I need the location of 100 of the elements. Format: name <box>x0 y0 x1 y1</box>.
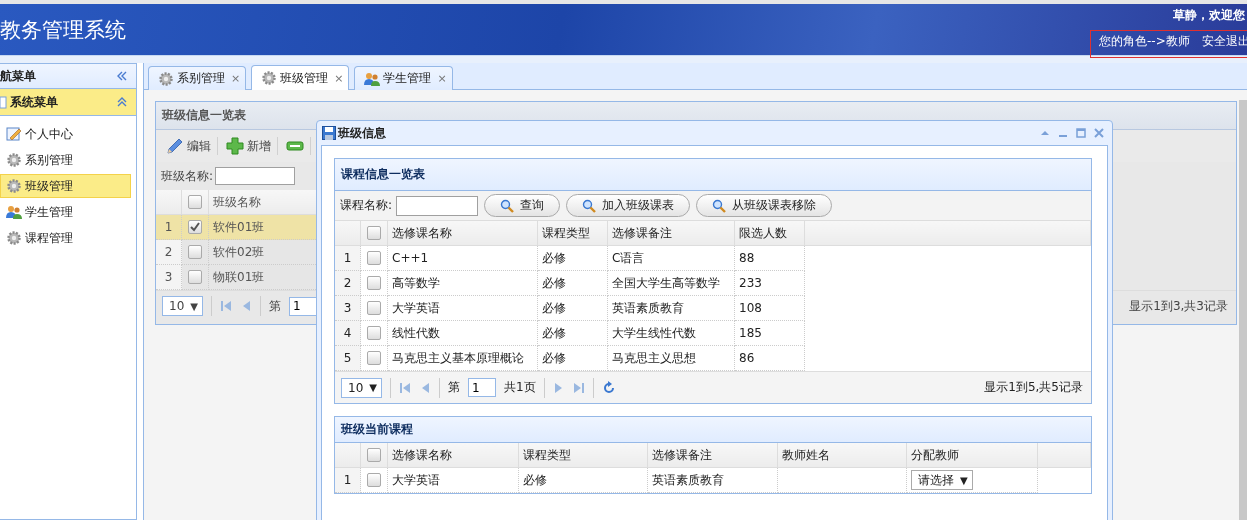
page-label: 第 <box>269 297 281 315</box>
gear-icon <box>158 70 174 87</box>
panel-title: 课程信息一览表 <box>335 159 1091 191</box>
pencil-icon <box>166 137 184 155</box>
menu-item[interactable]: 系别管理 <box>0 148 136 172</box>
table-cell: 必修 <box>542 350 566 365</box>
search-field[interactable] <box>215 167 296 185</box>
save-icon <box>322 126 336 140</box>
checkbox[interactable] <box>188 195 202 210</box>
record-summary: 显示1到3,共3记录 <box>1129 297 1229 315</box>
checkbox[interactable] <box>188 270 202 285</box>
page-number-field[interactable]: 1 <box>289 296 317 316</box>
checkbox[interactable] <box>188 220 202 235</box>
teacher-select[interactable]: 请选择 ▼ <box>911 470 973 490</box>
toolbar-button[interactable]: 新增 <box>222 137 278 155</box>
tab-label: 学生管理 <box>383 70 432 87</box>
row-number: 1 <box>343 251 352 265</box>
gear-icon <box>6 152 22 168</box>
checkbox[interactable] <box>367 351 381 366</box>
refresh-icon[interactable] <box>601 380 616 395</box>
table-cell: 必修 <box>542 250 566 265</box>
search-icon <box>582 198 597 213</box>
first-page-icon[interactable] <box>399 381 411 394</box>
table-cell: 必修 <box>523 472 547 487</box>
row-number: 5 <box>343 351 352 365</box>
users-icon <box>364 70 381 87</box>
role-text: 您的角色-->教师 <box>1099 33 1190 50</box>
record-summary: 显示1到5,共5记录 <box>984 379 1084 396</box>
menu-item[interactable]: 班级管理 <box>0 174 131 198</box>
collapse-icon[interactable] <box>1040 128 1050 138</box>
checkbox[interactable] <box>367 226 381 241</box>
maximize-icon[interactable] <box>1076 128 1086 138</box>
table-cell: 必修 <box>542 300 566 315</box>
table-cell: 108 <box>739 301 762 315</box>
menu-group-header[interactable]: 系统菜单 <box>0 89 136 116</box>
table-cell: 全国大学生高等数学 <box>612 275 720 290</box>
checkbox[interactable] <box>367 473 381 488</box>
table-cell: 软件01班 <box>213 219 265 234</box>
tab[interactable]: 系别管理 × <box>148 66 247 90</box>
app-title: 教务管理系统 <box>0 16 126 44</box>
row-number: 4 <box>343 326 352 340</box>
search-button[interactable]: 从班级课表移除 <box>696 194 833 217</box>
table-cell: 必修 <box>542 325 566 340</box>
checkbox[interactable] <box>367 301 381 316</box>
first-page-icon[interactable] <box>220 300 232 312</box>
search-label: 课程名称: <box>340 197 393 214</box>
menu-item[interactable]: 个人中心 <box>0 122 136 146</box>
row-number: 1 <box>343 473 352 487</box>
checkbox[interactable] <box>367 448 381 463</box>
search-button[interactable]: 查询 <box>484 194 561 217</box>
sidebar-title: 航菜单 <box>0 67 36 85</box>
welcome-text: 草静，欢迎您 <box>1173 7 1246 24</box>
toolbar-button[interactable]: 编辑 <box>162 137 218 155</box>
page-label: 第 <box>448 379 460 396</box>
gear-icon <box>261 70 278 86</box>
close-icon[interactable] <box>1094 128 1104 138</box>
search-field[interactable] <box>396 195 479 216</box>
table-cell: 马克思主义思想 <box>612 350 696 365</box>
table-cell: 大学生线性代数 <box>612 325 696 340</box>
row-number: 3 <box>343 301 352 315</box>
search-label: 班级名称: <box>161 167 214 185</box>
page-size-select[interactable]: 10 ▼ <box>162 296 203 316</box>
table-cell: 86 <box>739 351 755 365</box>
close-icon[interactable]: × <box>437 72 447 85</box>
checkbox[interactable] <box>367 276 381 291</box>
checkbox[interactable] <box>367 326 381 341</box>
logout-link[interactable]: 安全退出 <box>1201 33 1247 50</box>
row-number: 2 <box>164 245 173 259</box>
table-cell: 马克思主义基本原理概论 <box>392 350 524 365</box>
page-total: 共1页 <box>504 379 536 396</box>
table-cell: 物联01班 <box>213 269 265 284</box>
collapse-icon[interactable] <box>116 70 128 82</box>
table-cell: 英语素质教育 <box>652 472 724 487</box>
page-size-select[interactable]: 10 ▼ <box>341 377 382 398</box>
page-number-field[interactable]: 1 <box>468 378 496 397</box>
scrollbar[interactable] <box>1239 100 1247 520</box>
last-page-icon[interactable] <box>572 381 585 394</box>
folder-icon <box>0 95 8 109</box>
table-cell: 软件02班 <box>213 244 265 259</box>
table-cell: 88 <box>739 251 755 265</box>
gear-icon <box>6 178 22 194</box>
checkbox[interactable] <box>188 245 202 260</box>
tab[interactable]: 学生管理 × <box>354 66 453 90</box>
tab-label: 班级管理 <box>280 69 329 87</box>
search-button[interactable]: 加入班级课表 <box>566 194 691 217</box>
gear-icon <box>6 230 22 246</box>
close-icon[interactable]: × <box>334 71 344 85</box>
table-cell: 大学英语 <box>392 300 440 315</box>
tab-label: 系别管理 <box>177 70 225 87</box>
row-number: 3 <box>164 270 173 284</box>
table-cell: 233 <box>739 276 762 290</box>
table-cell: 必修 <box>542 275 566 290</box>
checkbox[interactable] <box>367 251 381 266</box>
menu-item[interactable]: 课程管理 <box>0 226 136 250</box>
chevron-icon[interactable] <box>116 96 128 108</box>
close-icon[interactable]: × <box>231 72 241 85</box>
menu-item[interactable]: 学生管理 <box>0 200 136 224</box>
table-cell: 线性代数 <box>392 325 440 340</box>
tab[interactable]: 班级管理 × <box>251 65 350 90</box>
table-cell: 高等数学 <box>392 275 440 290</box>
